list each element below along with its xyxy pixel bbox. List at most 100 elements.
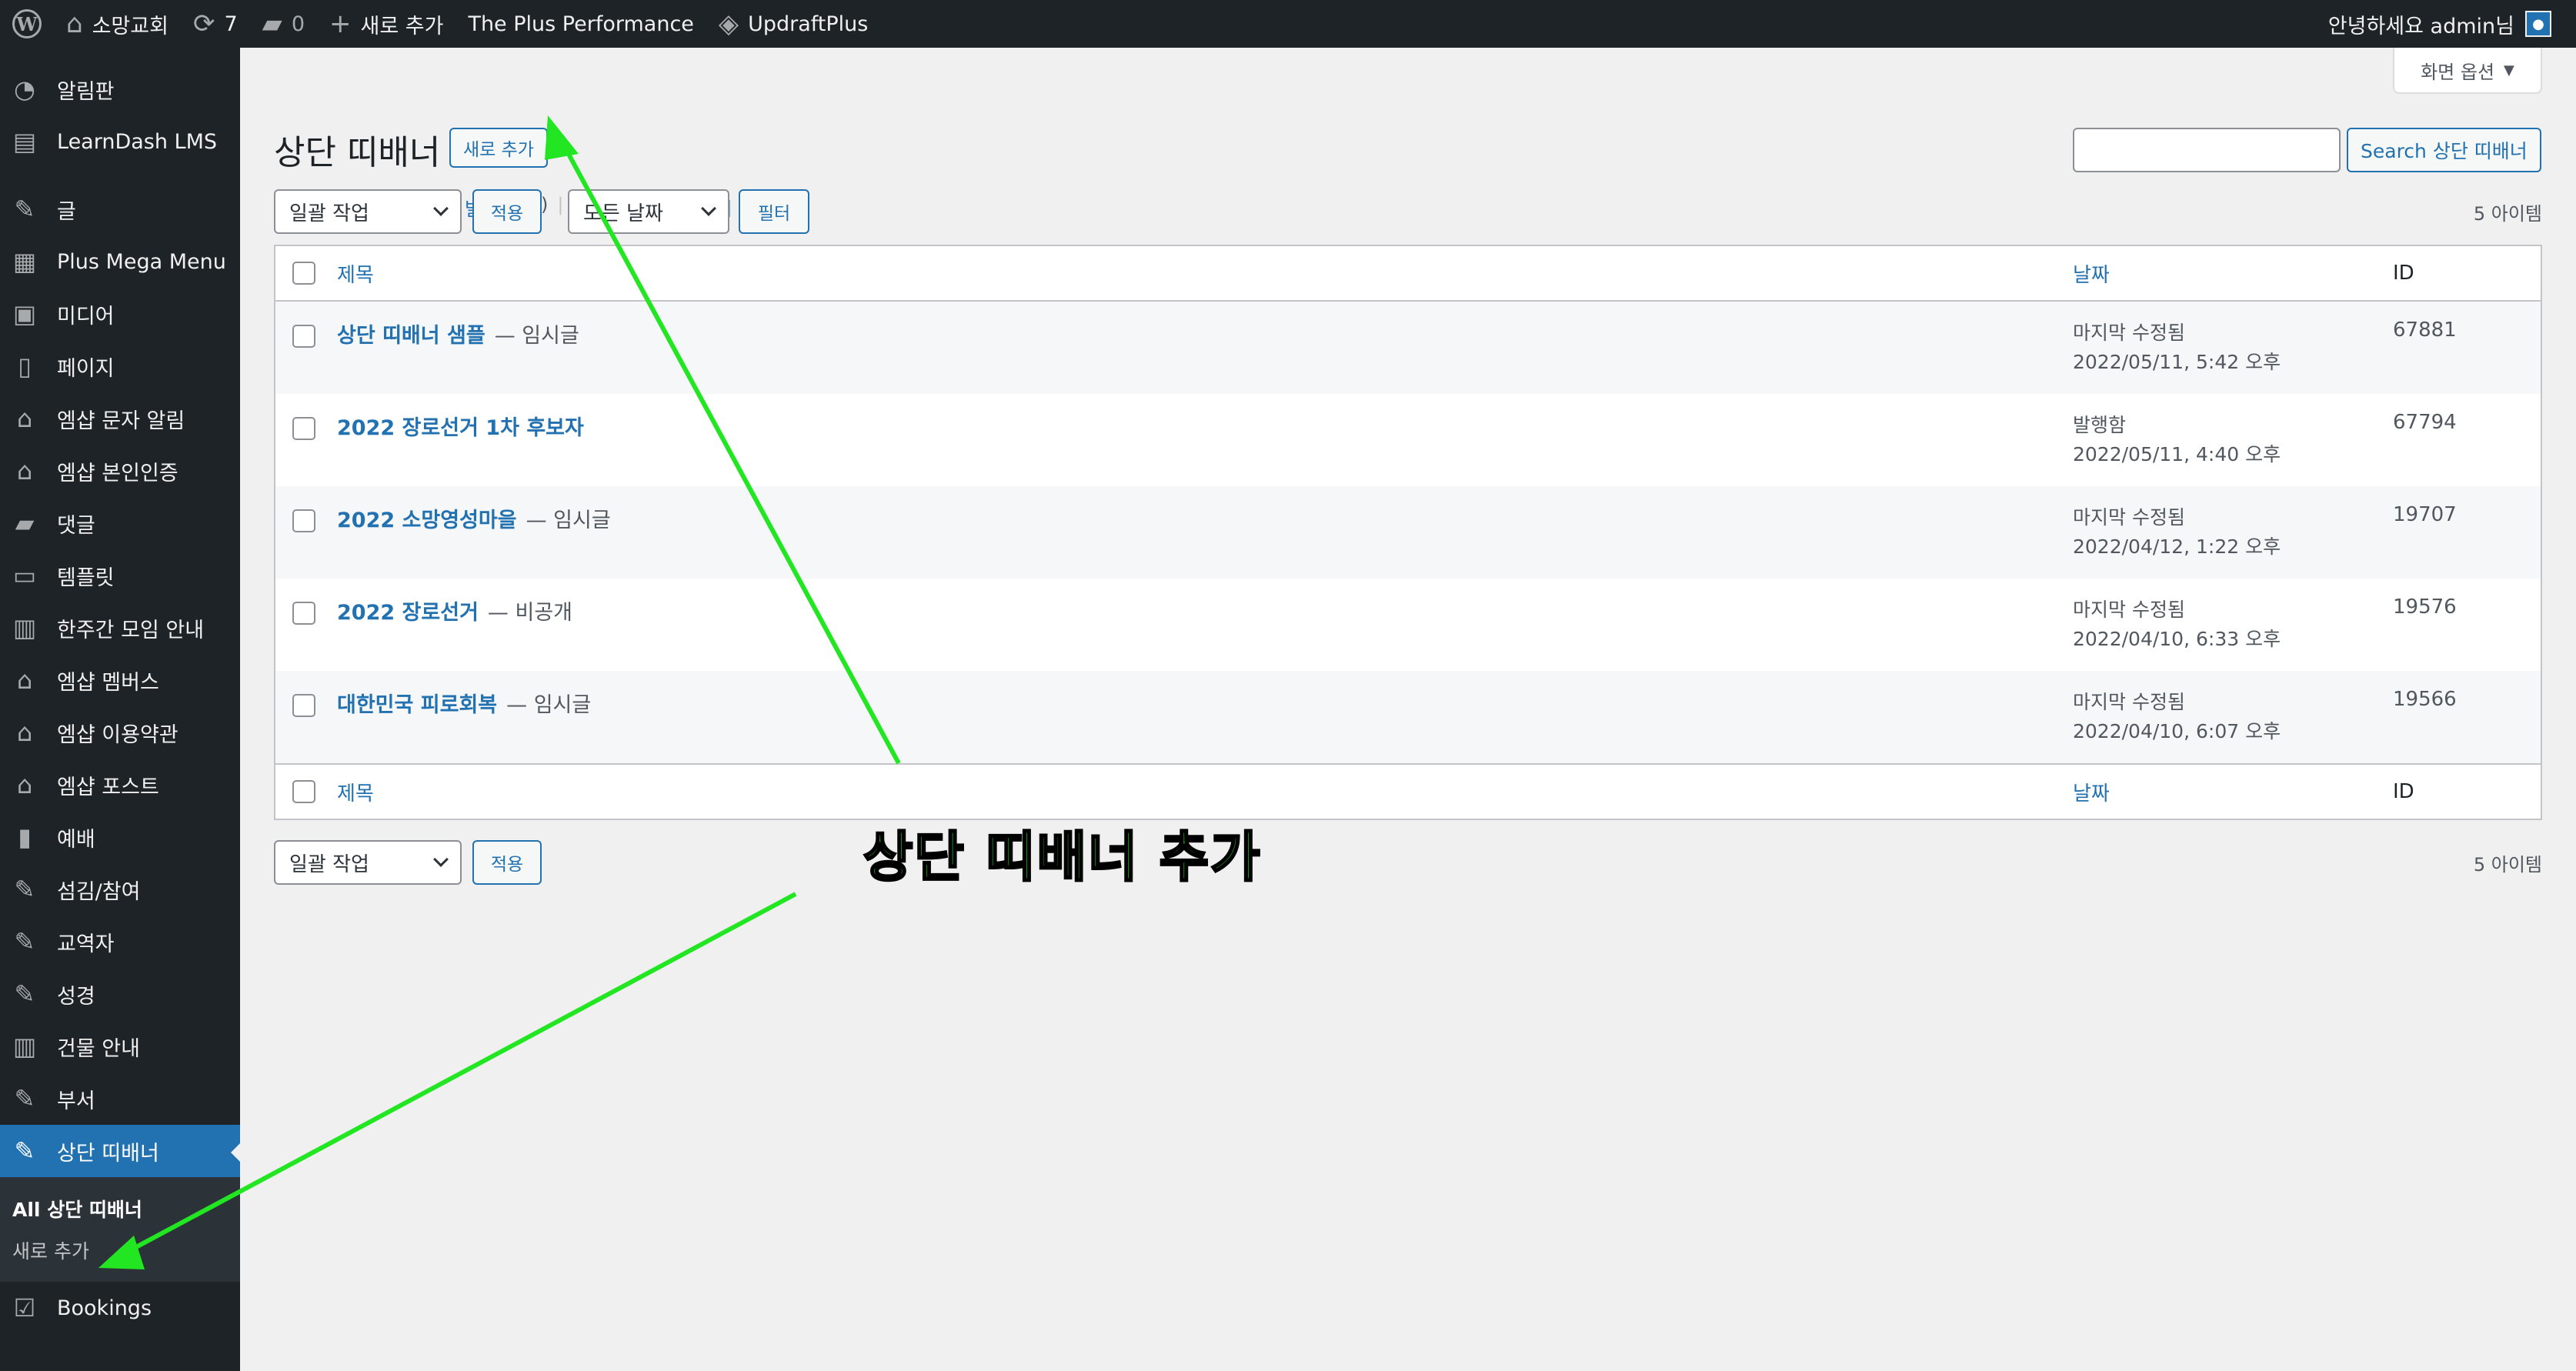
sidebar-item-14[interactable]: ▮ 예배 <box>0 811 240 863</box>
sidebar-item-8[interactable]: ▰ 댓글 <box>0 497 240 549</box>
submenu-add-new[interactable]: 새로 추가 <box>0 1229 240 1271</box>
screen-options-label: 화면 옵션 <box>2421 61 2495 83</box>
sidebar-item-18[interactable]: ▥ 건물 안내 <box>0 1020 240 1072</box>
filter-button[interactable]: 필터 <box>739 189 809 234</box>
select-all-checkbox[interactable] <box>292 262 315 285</box>
sidebar-item-16[interactable]: ✎ 교역자 <box>0 916 240 968</box>
menu-item-label: 알림판 <box>57 79 115 104</box>
column-date-sort-bottom[interactable]: 날짜 <box>2073 778 2393 806</box>
row-date-value: 2022/05/11, 4:40 오후 <box>2073 443 2281 465</box>
posts-table: 제목 날짜 ID 상단 띠배너 샘플 — 임시글 마지막 수정됨 2022/05/11… <box>274 245 2542 820</box>
pin-icon: ✎ <box>14 875 35 904</box>
greeting: 안녕하세요 admin님 <box>2327 14 2514 38</box>
date-filter-value: 모든 날짜 <box>583 202 663 225</box>
sidebar-item-7[interactable]: ⌂ 엠샵 본인인증 <box>0 445 240 497</box>
admin-bar: W ⌂ 소망교회 ⟳ 7 ▰ 0 + 새로 추가 The Plus Performanc… <box>0 0 2576 48</box>
menu-item-label: 엠샵 문자 알림 <box>57 409 185 433</box>
column-title-sort[interactable]: 제목 <box>337 259 2073 288</box>
submenu-all-items[interactable]: All 상단 띠배너 <box>0 1188 240 1229</box>
row-date-value: 2022/04/12, 1:22 오후 <box>2073 535 2281 558</box>
search-input[interactable] <box>2073 128 2341 172</box>
column-title-sort-bottom[interactable]: 제목 <box>337 778 2073 806</box>
menu-item-label: 댓글 <box>57 513 95 538</box>
refresh-icon: ⟳ <box>192 8 215 39</box>
page-icon: ▯ <box>18 352 32 381</box>
row-title-link[interactable]: 상단 띠배너 샘플 <box>337 319 486 349</box>
store-icon: ⌂ <box>16 456 33 485</box>
row-checkbox[interactable] <box>292 602 315 625</box>
bulk-action-select-bottom[interactable]: 일괄 작업 <box>274 840 462 885</box>
row-id: 67881 <box>2393 319 2457 342</box>
row-post-state: — 비공개 <box>487 601 573 625</box>
sidebar-item-15[interactable]: ✎ 섬김/참여 <box>0 863 240 916</box>
select-all-checkbox-bottom[interactable] <box>292 780 315 803</box>
site-name: 소망교회 <box>92 14 169 38</box>
book-icon: ▮ <box>18 822 32 852</box>
chevron-down-icon <box>433 852 449 867</box>
wordpress-logo-icon: W <box>12 9 42 38</box>
caret-down-icon: ▼ <box>2504 62 2514 78</box>
sidebar-item-17[interactable]: ✎ 성경 <box>0 968 240 1020</box>
row-id: 19566 <box>2393 688 2457 711</box>
screen-options-button[interactable]: 화면 옵션 ▼ <box>2393 48 2542 94</box>
my-account-menu[interactable]: 안녕하세요 admin님 ● <box>2316 0 2564 48</box>
apply-button-bottom[interactable]: 적용 <box>472 840 542 885</box>
sidebar-item-5[interactable]: ▯ 페이지 <box>0 340 240 392</box>
sidebar-item-13[interactable]: ⌂ 엠샵 포스트 <box>0 759 240 811</box>
row-checkbox[interactable] <box>292 417 315 440</box>
items-count-top: 5 아이템 <box>2473 203 2542 225</box>
sidebar-item-11[interactable]: ⌂ 엠샵 멤버스 <box>0 654 240 706</box>
main-content: 화면 옵션▼ 상단 띠배너 새로 추가 모두(5)|내 글(2)|발행됨(1)|… <box>240 48 2576 1371</box>
sidebar-item-12[interactable]: ⌂ 엠샵 이용약관 <box>0 706 240 759</box>
store-icon: ⌂ <box>16 770 33 799</box>
table-row: 상단 띠배너 샘플 — 임시글 마지막 수정됨 2022/05/11, 5:42 오후… <box>275 302 2541 394</box>
sidebar-item-19[interactable]: ✎ 부서 <box>0 1072 240 1125</box>
sidebar-item-bookings[interactable]: ☑ Bookings <box>0 1282 240 1334</box>
sidebar-item-3[interactable]: ▦ Plus Mega Menu <box>0 235 240 288</box>
sidebar-item-2[interactable]: ✎ 글 <box>0 183 240 235</box>
updraft-menu[interactable]: ◈ UpdraftPlus <box>706 0 880 48</box>
row-checkbox[interactable] <box>292 325 315 348</box>
comments-menu[interactable]: ▰ 0 <box>250 0 317 48</box>
sidebar-item-6[interactable]: ⌂ 엠샵 문자 알림 <box>0 392 240 445</box>
row-title-link[interactable]: 대한민국 피로회복 <box>337 688 497 718</box>
column-date-sort[interactable]: 날짜 <box>2073 259 2393 288</box>
sidebar-item-10[interactable]: ▥ 한주간 모임 안내 <box>0 602 240 654</box>
sidebar-item-current[interactable]: ✎ 상단 띠배너 <box>0 1125 240 1177</box>
menu-item-label: 한주간 모임 안내 <box>57 618 205 642</box>
row-checkbox[interactable] <box>292 694 315 717</box>
wp-logo-menu[interactable]: W <box>0 0 54 48</box>
new-content-label: 새로 추가 <box>360 14 444 38</box>
row-title-cell: 2022 장로선거 1차 후보자 <box>337 411 2073 441</box>
site-name-menu[interactable]: ⌂ 소망교회 <box>54 0 181 48</box>
sidebar-item-1[interactable]: ▤ LearnDash LMS <box>0 115 240 168</box>
row-title-link[interactable]: 2022 장로선거 1차 후보자 <box>337 411 584 441</box>
comment-bubble-icon: ▰ <box>262 8 282 39</box>
new-content-menu[interactable]: + 새로 추가 <box>317 0 455 48</box>
row-date-cell: 마지막 수정됨 2022/04/10, 6:07 오후 <box>2073 688 2393 746</box>
row-date-cell: 마지막 수정됨 2022/04/10, 6:33 오후 <box>2073 595 2393 654</box>
sidebar-item-4[interactable]: ▣ 미디어 <box>0 288 240 340</box>
menu-item-label: 교역자 <box>57 932 115 956</box>
plus-performance-menu[interactable]: The Plus Performance <box>455 0 706 48</box>
apply-button-top[interactable]: 적용 <box>472 189 542 234</box>
plus-performance-label: The Plus Performance <box>468 12 694 36</box>
row-title-link[interactable]: 2022 소망영성마을 <box>337 503 517 533</box>
row-checkbox[interactable] <box>292 509 315 532</box>
sidebar-item-0[interactable]: ◔ 알림판 <box>0 63 240 115</box>
add-new-button[interactable]: 새로 추가 <box>449 128 548 168</box>
annotation-text: 상단 띠배너 추가 <box>863 825 1262 890</box>
row-date-value: 2022/05/11, 5:42 오후 <box>2073 351 2281 373</box>
row-title-link[interactable]: 2022 장로선거 <box>337 595 479 625</box>
admin-menu: ◔ 알림판 ▤ LearnDash LMS ✎ 글 ▦ Plus Mega Menu ▣ 미디어 ▯… <box>0 48 240 1371</box>
date-filter-select[interactable]: 모든 날짜 <box>568 189 729 234</box>
calendar-icon: ▥ <box>12 613 37 642</box>
row-date-value: 2022/04/10, 6:33 오후 <box>2073 628 2281 650</box>
table-footer: 제목 날짜 ID <box>275 763 2541 819</box>
updraft-diamond-icon: ◈ <box>718 8 739 39</box>
sidebar-item-9[interactable]: ▭ 템플릿 <box>0 549 240 602</box>
view-separator: | <box>557 194 564 215</box>
bulk-action-select[interactable]: 일괄 작업 <box>274 189 462 234</box>
updates-menu[interactable]: ⟳ 7 <box>181 0 250 48</box>
search-button[interactable]: Search 상단 띠배너 <box>2347 128 2541 172</box>
